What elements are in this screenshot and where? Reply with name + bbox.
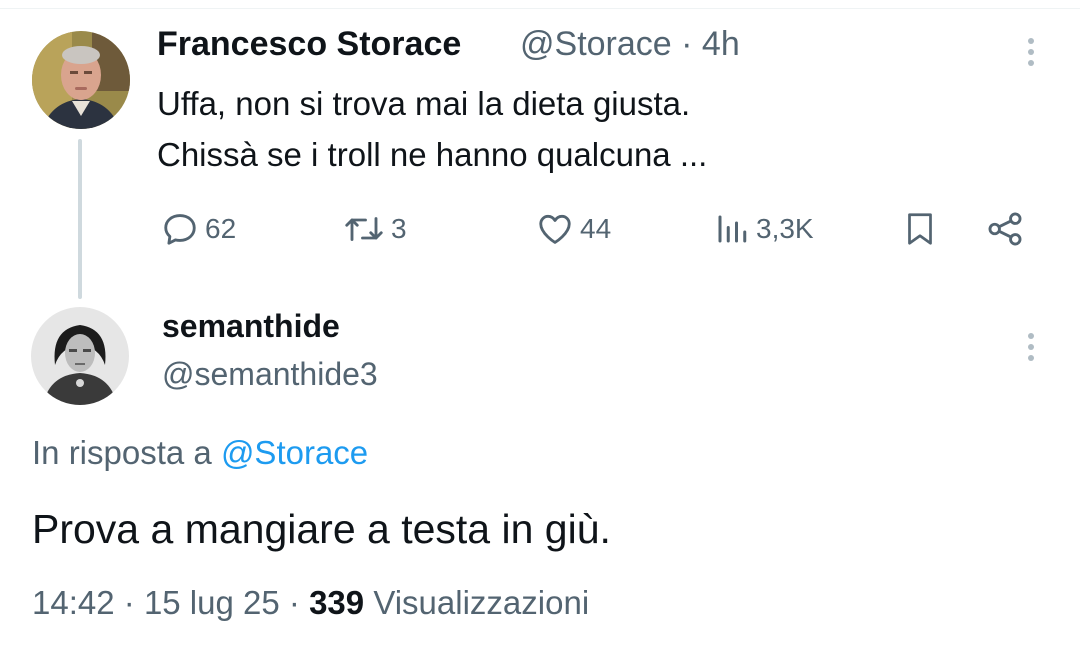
separator-dot: · (123, 584, 135, 621)
tweet-date[interactable]: 15 lug 25 (144, 584, 280, 621)
reply-count: 62 (205, 213, 237, 244)
views-label: Visualizzazioni (373, 584, 590, 621)
share-button[interactable] (986, 204, 1024, 254)
avatar-semanthide[interactable] (31, 307, 129, 405)
kebab-icon[interactable] (1027, 333, 1035, 366)
reply-author-name[interactable]: semanthide (162, 308, 340, 345)
reply-button[interactable]: 62 (161, 204, 236, 254)
share-icon (986, 210, 1024, 248)
reply-text: Prova a mangiare a testa in giù. (32, 506, 611, 552)
reply-author-handle[interactable]: @semanthide3 (162, 356, 378, 393)
bookmark-button[interactable] (902, 204, 938, 254)
views-total: 339 (309, 584, 365, 621)
like-icon (536, 210, 574, 248)
like-count: 44 (580, 213, 612, 244)
views-count: 3,3K (756, 213, 814, 244)
retweet-button[interactable]: 3 (343, 204, 407, 254)
reply-icon (161, 210, 199, 248)
author-handle-time[interactable]: @Storace · 4h (520, 25, 740, 64)
reply-mention-link[interactable]: @Storace (221, 434, 368, 471)
thread-line (78, 139, 82, 299)
avatar-francesco-storace[interactable] (32, 31, 130, 129)
kebab-icon[interactable] (1027, 38, 1035, 71)
top-divider (0, 0, 1080, 9)
views-button[interactable]: 3,3K (714, 204, 814, 254)
bookmark-icon (902, 209, 938, 249)
tweet-text: Uffa, non si trova mai la dieta giusta. … (157, 85, 708, 173)
retweet-icon (343, 210, 385, 248)
tweet-footer: 14:42 · 15 lug 25 · 339 Visualizzazioni (32, 584, 589, 622)
reply-prefix: In risposta a (32, 434, 212, 471)
separator-dot: · (288, 584, 300, 621)
tweet-time[interactable]: 14:42 (32, 584, 115, 621)
views-icon (714, 210, 750, 248)
retweet-count: 3 (391, 213, 407, 244)
reply-context: In risposta a @Storace (32, 434, 368, 472)
like-button[interactable]: 44 (536, 204, 611, 254)
author-name[interactable]: Francesco Storace (157, 25, 461, 64)
